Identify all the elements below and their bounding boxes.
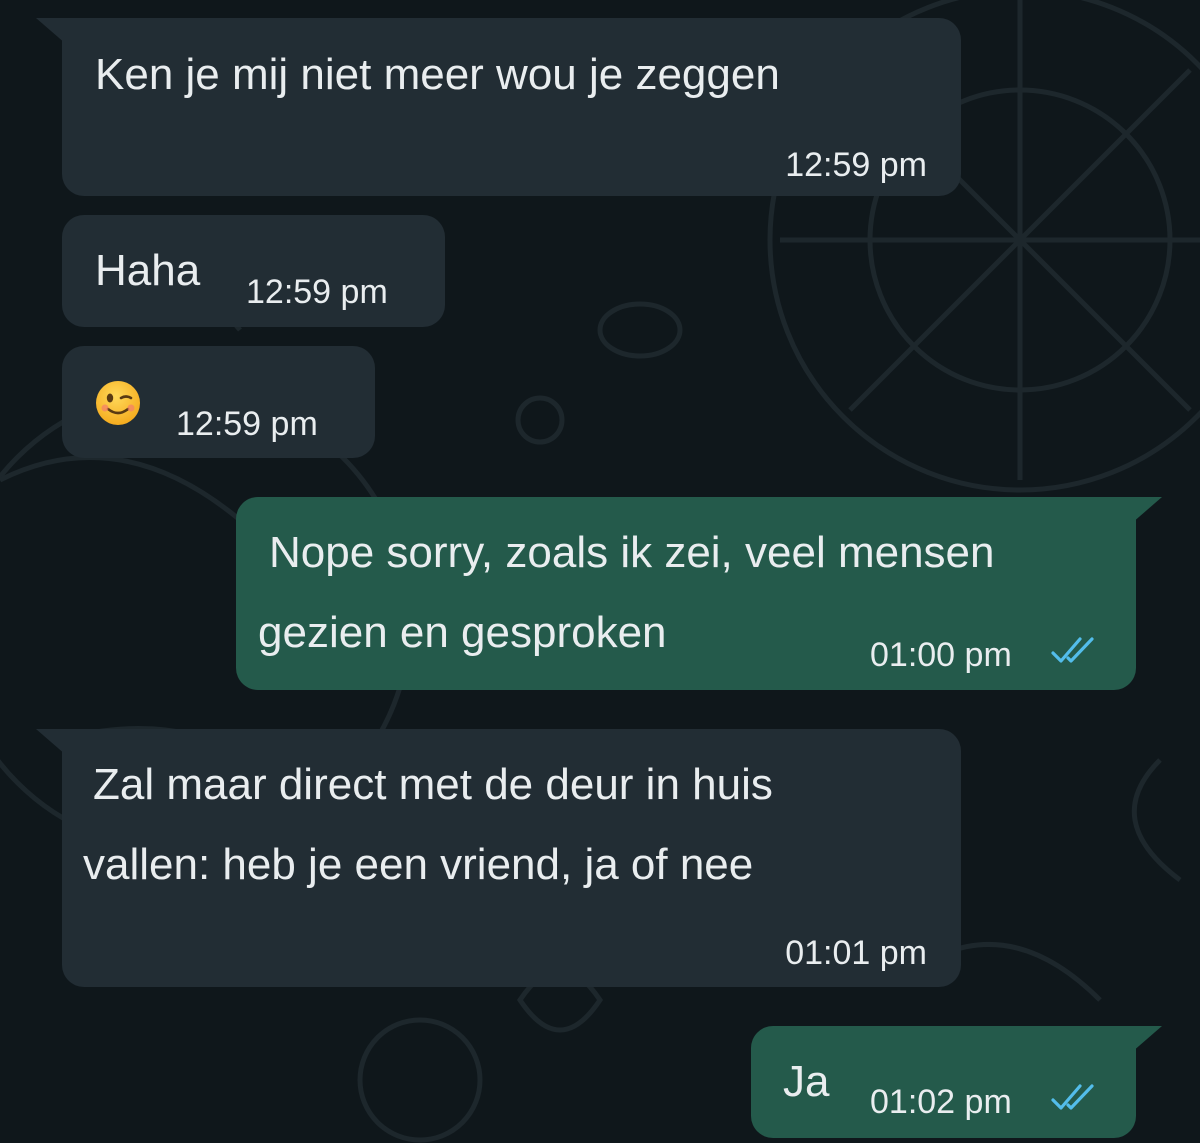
bubble-tail [1132,497,1162,523]
message-bubble-incoming[interactable]: Zal maar direct met de deur in huis vall… [36,729,961,987]
message-timestamp: 01:00 pm [870,636,1012,674]
bubble-tail [1132,1026,1162,1052]
message-timestamp: 01:02 pm [870,1083,1012,1121]
message-bubble-incoming[interactable]: 12:59 pm [62,346,375,458]
bubble-tail [36,729,66,755]
message-bubble-outgoing[interactable]: Nope sorry, zoals ik zei, veel mensen ge… [236,497,1162,690]
message-text: vallen: heb je een vriend, ja of nee [83,840,754,889]
message-text: Haha [95,246,201,295]
message-text: Nope sorry, zoals ik zei, veel mensen [269,528,995,577]
message-text: Ja [783,1057,830,1106]
message-timestamp: 12:59 pm [176,405,318,443]
message-timestamp: 12:59 pm [785,146,927,184]
double-check-read-icon [1051,637,1094,663]
message-bubble-outgoing[interactable]: Ja 01:02 pm [751,1026,1162,1138]
bubble-tail [36,18,66,44]
message-text: Ken je mij niet meer wou je zeggen [95,50,780,99]
message-bubble-incoming[interactable]: Haha 12:59 pm [62,215,445,327]
message-text: Zal maar direct met de deur in huis [93,760,773,809]
message-bubble-incoming[interactable]: Ken je mij niet meer wou je zeggen 12:59… [36,18,961,196]
message-text: gezien en gesproken [258,608,667,657]
double-check-read-icon [1051,1084,1094,1110]
message-timestamp: 01:01 pm [785,934,927,972]
message-timestamp: 12:59 pm [246,273,388,311]
chat-thread: Ken je mij niet meer wou je zeggen 12:59… [0,0,1200,1143]
winking-face-emoji-icon [96,381,140,425]
